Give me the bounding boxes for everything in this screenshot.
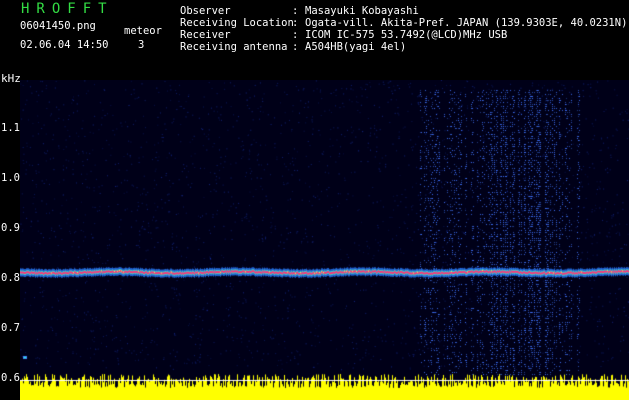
observer-colon: : (292, 5, 299, 17)
location-colon: : (292, 17, 299, 29)
antenna-key: Receiving antenna (180, 41, 288, 53)
antenna-value: A504HB(yagi 4el) (305, 41, 407, 53)
location-key: Receiving Location (180, 17, 294, 29)
frequency-tick-label: 0.6 (1, 372, 20, 384)
antenna-colon: : (292, 41, 299, 53)
frequency-tick-label: 0.9 (1, 222, 20, 234)
receiver-colon: : (292, 29, 299, 41)
timestamp: 02.06.04 14:50 (20, 39, 109, 51)
observer-key: Observer (180, 5, 231, 17)
filename: 06041450.png (20, 20, 96, 32)
spectrogram-plot (20, 80, 629, 400)
meteor-label: meteor (124, 25, 162, 37)
frequency-tick-label: 1.0 (1, 172, 20, 184)
location-value: Ogata-vill. Akita-Pref. JAPAN (139.9303E… (305, 17, 628, 29)
app-title: HROFFT (21, 1, 114, 17)
receiver-key: Receiver (180, 29, 231, 41)
meteor-count: 3 (138, 39, 145, 51)
receiver-value: ICOM IC-575 53.7492(@LCD)MHz USB (305, 29, 508, 41)
frequency-tick-label: 1.1 (1, 122, 20, 134)
observer-value: Masayuki Kobayashi (305, 5, 419, 17)
unit-label: kHz (1, 72, 21, 85)
frequency-tick-label: 0.8 (1, 272, 20, 284)
frequency-tick-label: 0.7 (1, 322, 20, 334)
